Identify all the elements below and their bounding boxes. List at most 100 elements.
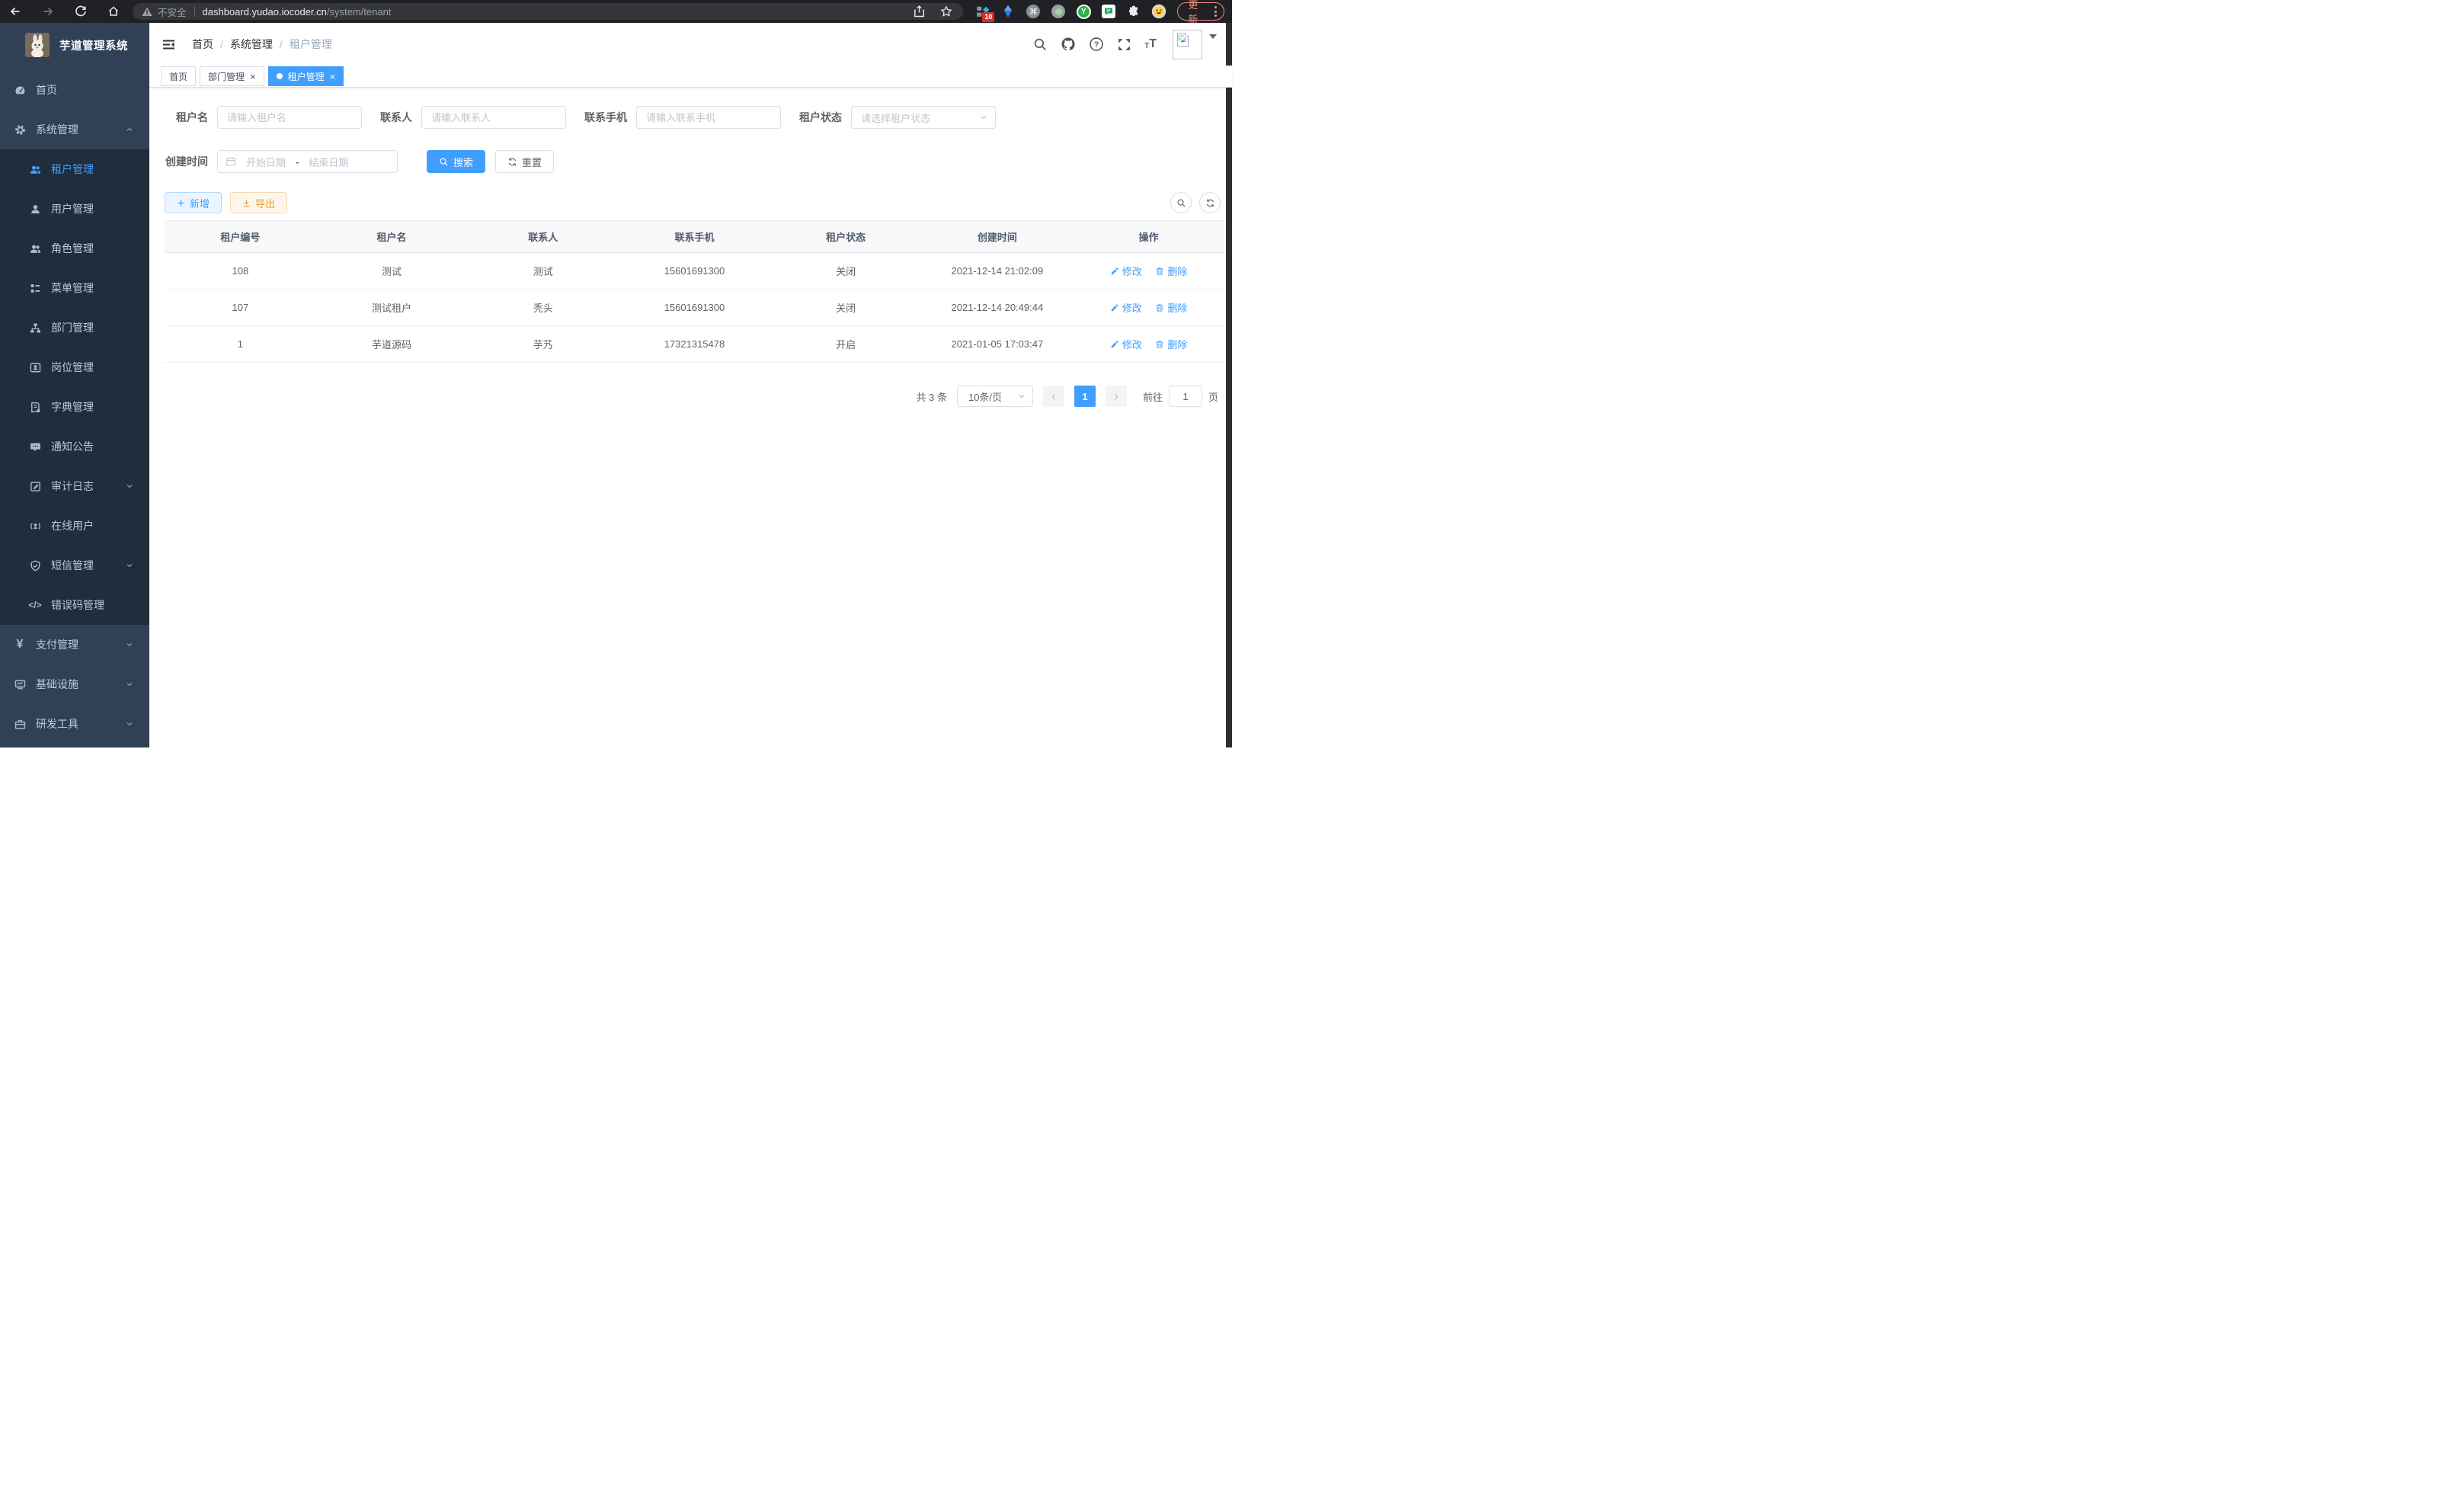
- extension-colorful-icon[interactable]: 10: [975, 4, 990, 19]
- sidebar-collapse-icon[interactable]: [158, 34, 180, 55]
- sidebar-item-dev-tools[interactable]: 研发工具: [0, 704, 149, 744]
- sidebar-item-system[interactable]: 系统管理: [0, 110, 149, 149]
- edit-link[interactable]: 修改: [1110, 264, 1142, 278]
- extension-chat-icon[interactable]: [1101, 4, 1116, 19]
- extension-record-icon[interactable]: [1051, 4, 1066, 19]
- cell-id: 1: [165, 326, 316, 363]
- cell-status: 开启: [770, 326, 922, 363]
- browser-back-icon[interactable]: [5, 2, 25, 21]
- current-page-button[interactable]: 1: [1074, 386, 1096, 407]
- chevron-down-icon: [125, 680, 134, 689]
- help-icon[interactable]: ?: [1089, 37, 1104, 52]
- delete-link[interactable]: 删除: [1155, 264, 1187, 278]
- page-scrollbar[interactable]: [1226, 23, 1232, 748]
- cell-name: 芋道源码: [316, 326, 468, 363]
- prev-page-button[interactable]: ‹: [1043, 386, 1064, 407]
- gear-icon: [14, 123, 26, 136]
- sidebar-item-user[interactable]: 用户管理: [0, 189, 149, 229]
- mobile-input[interactable]: [636, 106, 781, 129]
- cell-status: 关闭: [770, 253, 922, 290]
- sidebar-item-label: 菜单管理: [51, 280, 94, 296]
- breadcrumb-home[interactable]: 首页: [192, 37, 213, 52]
- cell-status: 关闭: [770, 290, 922, 326]
- breadcrumb-system[interactable]: 系统管理: [230, 37, 273, 52]
- mobile-label: 联系手机: [584, 110, 627, 125]
- sidebar-item-payment[interactable]: ¥ 支付管理: [0, 625, 149, 664]
- app-logo[interactable]: 芋道管理系统: [0, 23, 149, 67]
- tab-home[interactable]: 首页: [161, 66, 196, 86]
- sidebar-item-menu[interactable]: 菜单管理: [0, 268, 149, 308]
- fullscreen-icon[interactable]: [1117, 37, 1131, 52]
- sidebar-item-online-users[interactable]: 在线用户: [0, 506, 149, 546]
- user-icon: [29, 203, 41, 215]
- download-icon: [242, 199, 251, 207]
- edit-link[interactable]: 修改: [1110, 300, 1142, 315]
- y-glyph: Y: [1078, 6, 1090, 18]
- search-button[interactable]: 搜索: [427, 150, 485, 173]
- url-path: /system/tenant: [327, 6, 392, 18]
- create-time-range-picker[interactable]: 开始日期 - 结束日期: [217, 150, 398, 173]
- extension-command-icon[interactable]: ⌘: [1026, 4, 1041, 19]
- user-avatar[interactable]: [1173, 30, 1202, 59]
- page-size-select[interactable]: 10条/页: [957, 386, 1033, 407]
- sidebar-item-post[interactable]: 岗位管理: [0, 347, 149, 387]
- sidebar-item-sms[interactable]: 短信管理: [0, 546, 149, 585]
- bookmark-star-icon[interactable]: [940, 5, 952, 18]
- sidebar-item-label: 岗位管理: [51, 360, 94, 375]
- sidebar-item-error-code[interactable]: </> 错误码管理: [0, 585, 149, 625]
- cell-created: 2021-12-14 21:02:09: [922, 253, 1074, 290]
- trash-icon: [1155, 267, 1164, 276]
- extension-gem-icon[interactable]: [1000, 4, 1016, 19]
- security-label: 不安全: [158, 5, 187, 19]
- github-icon[interactable]: [1061, 37, 1076, 52]
- sidebar-item-dict[interactable]: 字典管理: [0, 387, 149, 427]
- pagination: 共 3 条 10条/页 ‹ 1 › 前往 页: [165, 386, 1224, 407]
- profile-avatar-icon[interactable]: [1151, 4, 1166, 19]
- add-button[interactable]: 新增: [165, 192, 222, 213]
- security-status[interactable]: 不安全: [142, 5, 187, 19]
- start-date-placeholder: 开始日期: [238, 155, 294, 169]
- tab-close-icon[interactable]: ×: [250, 72, 256, 82]
- tenant-name-input[interactable]: [217, 106, 362, 129]
- font-size-icon[interactable]: TT: [1144, 38, 1157, 50]
- cell-contact: 秃头: [467, 290, 619, 326]
- browser-extensions: 10 ⌘ Y: [975, 4, 1166, 19]
- sidebar-item-home[interactable]: 首页: [0, 70, 149, 110]
- online-user-icon: [29, 520, 41, 532]
- search-icon[interactable]: [1033, 37, 1048, 52]
- extensions-puzzle-icon[interactable]: [1126, 4, 1141, 19]
- share-icon[interactable]: [914, 5, 925, 18]
- reset-button[interactable]: 重置: [495, 150, 554, 173]
- tab-dept[interactable]: 部门管理 ×: [200, 66, 264, 86]
- refresh-icon: [1205, 198, 1215, 208]
- users-icon: [29, 163, 41, 175]
- table-row: 108 测试 测试 15601691300 关闭 2021-12-14 21:0…: [165, 253, 1224, 290]
- sidebar-item-infrastructure[interactable]: 基础设施: [0, 664, 149, 704]
- edit-link[interactable]: 修改: [1110, 337, 1142, 351]
- tab-tenant[interactable]: 租户管理 ×: [268, 66, 344, 86]
- next-page-button[interactable]: ›: [1106, 386, 1127, 407]
- export-button[interactable]: 导出: [230, 192, 287, 213]
- toggle-search-button[interactable]: [1170, 192, 1192, 213]
- sidebar-item-tenant[interactable]: 租户管理: [0, 149, 149, 189]
- browser-menu-icon[interactable]: [1214, 6, 1217, 17]
- sidebar-item-audit-log[interactable]: 审计日志: [0, 466, 149, 506]
- delete-link[interactable]: 删除: [1155, 300, 1187, 315]
- browser-update-button[interactable]: 更新: [1177, 2, 1224, 21]
- address-bar[interactable]: 不安全 dashboard.yudao.iocoder.cn/system/te…: [133, 3, 963, 20]
- browser-reload-icon[interactable]: [71, 2, 91, 21]
- avatar-dropdown-caret[interactable]: [1209, 34, 1217, 43]
- contact-input[interactable]: [421, 106, 566, 129]
- delete-link[interactable]: 删除: [1155, 337, 1187, 351]
- sidebar-item-notice[interactable]: 通知公告: [0, 427, 149, 466]
- status-select[interactable]: 请选择租户状态: [851, 106, 996, 129]
- tab-close-icon[interactable]: ×: [330, 72, 336, 82]
- browser-home-icon[interactable]: [104, 2, 123, 21]
- svg-text:?: ?: [1094, 40, 1099, 50]
- extension-y-logo-icon[interactable]: Y: [1076, 4, 1091, 19]
- browser-forward-icon[interactable]: [38, 2, 58, 21]
- sidebar-item-dept[interactable]: 部门管理: [0, 308, 149, 347]
- refresh-table-button[interactable]: [1199, 192, 1221, 213]
- sidebar-item-role[interactable]: 角色管理: [0, 229, 149, 268]
- goto-page-input[interactable]: [1169, 386, 1202, 407]
